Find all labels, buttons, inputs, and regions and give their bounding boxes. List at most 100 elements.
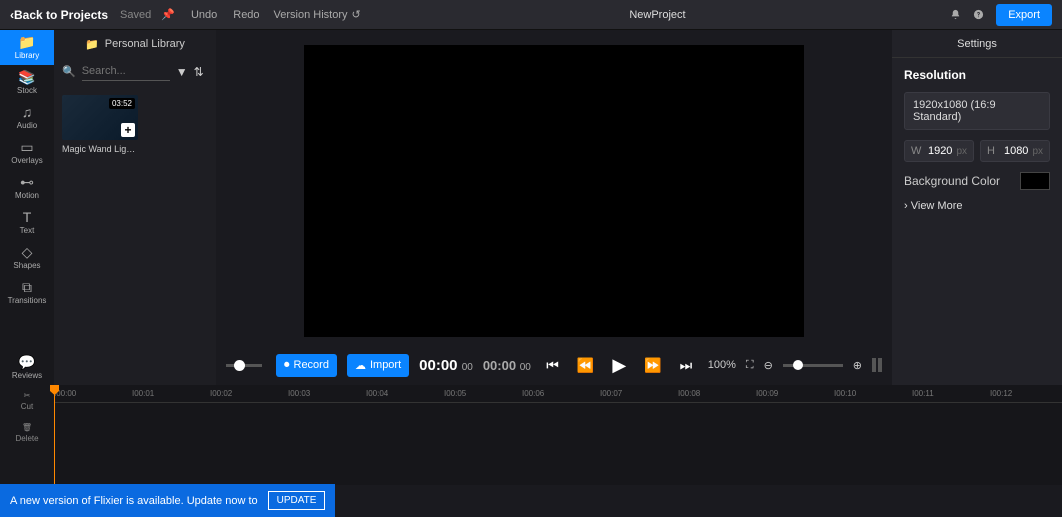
- library-zoom-slider[interactable]: [226, 364, 266, 367]
- folder-icon: 📁: [85, 38, 99, 51]
- folder-icon: 📁: [18, 35, 35, 49]
- update-text: A new version of Flixier is available. U…: [10, 495, 258, 507]
- resolution-label: Resolution: [904, 68, 1050, 82]
- nav-label: Reviews: [12, 371, 42, 380]
- import-label: Import: [370, 359, 401, 371]
- clip-thumbnail: 03:52 +: [62, 95, 138, 140]
- fullscreen-icon[interactable]: ⛶: [746, 359, 754, 372]
- clip-title: Magic Wand Light...: [62, 144, 138, 154]
- shapes-icon: ◇: [22, 245, 33, 259]
- bg-color-swatch[interactable]: [1020, 172, 1050, 190]
- sort-icon[interactable]: ⇅: [194, 65, 204, 79]
- nav-item-audio[interactable]: ♫Audio: [0, 100, 54, 135]
- timeline-tick: I00:02: [210, 389, 232, 398]
- w-unit: px: [956, 146, 967, 157]
- chat-icon: 💬: [18, 355, 35, 369]
- timeline-tracks[interactable]: I00:00 I00:01 I00:02 I00:03 I00:04 I00:0…: [54, 385, 1062, 485]
- nav-label: Stock: [17, 86, 37, 95]
- library-header-label: Personal Library: [105, 38, 185, 50]
- clip-duration: 03:52: [109, 98, 135, 109]
- width-input[interactable]: W 1920 px: [904, 140, 974, 162]
- rewind-button[interactable]: ⏪: [577, 357, 594, 374]
- nav-item-motion[interactable]: ⊷ Motion: [0, 170, 54, 205]
- prev-clip-button[interactable]: ⏮: [546, 357, 559, 374]
- w-label: W: [911, 145, 921, 157]
- player-bar: ⏺Record ☁Import 00:00 00 00:00 00 ⏮ ⏪ ▶ …: [216, 345, 892, 385]
- chevron-right-icon: ›: [904, 200, 911, 212]
- nav-rail: 📁 Library 📚Stock ♫Audio ▭ Overlays ⊷ Motion…: [0, 30, 54, 385]
- forward-button[interactable]: ⏩: [644, 357, 661, 374]
- resolution-select[interactable]: 1920x1080 (16:9 Standard): [904, 92, 1050, 130]
- update-button[interactable]: UPDATE: [268, 491, 326, 510]
- nav-label: Motion: [15, 191, 39, 200]
- next-clip-button[interactable]: ⏭: [680, 357, 693, 374]
- undo-button[interactable]: Undo: [185, 9, 223, 21]
- transitions-icon: ⧉: [22, 280, 32, 294]
- zoom-percentage[interactable]: 100%: [708, 359, 736, 371]
- nav-label: Overlays: [11, 156, 43, 165]
- library-header[interactable]: 📁 Personal Library: [54, 30, 216, 58]
- timeline-tick: I00:08: [678, 389, 700, 398]
- timeline-tick: I00:04: [366, 389, 388, 398]
- current-time: 00:00 00: [419, 357, 473, 374]
- nav-label: Text: [20, 226, 35, 235]
- update-banner: A new version of Flixier is available. U…: [0, 484, 335, 517]
- nav-item-shapes[interactable]: ◇Shapes: [0, 240, 54, 275]
- nav-label: Audio: [17, 121, 37, 130]
- back-to-projects-button[interactable]: ‹ Back to Projects: [10, 8, 108, 22]
- version-history-button[interactable]: Version History ↺: [270, 8, 365, 21]
- nav-item-overlays[interactable]: ▭ Overlays: [0, 135, 54, 170]
- motion-icon: ⊷: [20, 175, 34, 189]
- nav-item-text[interactable]: TText: [0, 205, 54, 240]
- search-icon: 🔍: [62, 65, 76, 78]
- library-panel: 📁 Personal Library 🔍 ▼ ⇅ 03:52 + Magic W…: [54, 30, 216, 385]
- media-clip[interactable]: 03:52 + Magic Wand Light...: [62, 95, 138, 154]
- layers-icon: ▭: [20, 140, 33, 154]
- settings-header: Settings: [892, 30, 1062, 58]
- timeline-tick: I00:12: [990, 389, 1012, 398]
- timeline-zoom-slider[interactable]: [783, 364, 843, 367]
- search-input[interactable]: [82, 62, 170, 81]
- redo-button[interactable]: Redo: [227, 9, 265, 21]
- timeline: ✂Cut 🗑Delete I00:00 I00:01 I00:02 I00:03…: [0, 385, 1062, 485]
- w-value: 1920: [925, 145, 952, 157]
- total-time: 00:00 00: [483, 358, 531, 373]
- cut-tool[interactable]: ✂Cut: [0, 385, 54, 417]
- height-input[interactable]: H1080px: [980, 140, 1050, 162]
- nav-item-library[interactable]: 📁 Library: [0, 30, 54, 65]
- timeline-tick: I00:05: [444, 389, 466, 398]
- scissors-icon: ✂: [24, 391, 31, 400]
- preview-column: ⏺Record ☁Import 00:00 00 00:00 00 ⏮ ⏪ ▶ …: [216, 30, 892, 385]
- help-icon[interactable]: [973, 9, 984, 21]
- zoom-in-icon[interactable]: ⊕: [853, 359, 862, 372]
- export-button[interactable]: Export: [996, 4, 1052, 26]
- bell-icon[interactable]: [950, 9, 961, 21]
- history-icon: ↺: [352, 8, 361, 21]
- nav-item-reviews[interactable]: 💬 Reviews: [0, 350, 54, 385]
- record-button[interactable]: ⏺Record: [276, 354, 337, 377]
- zoom-out-icon[interactable]: ⊖: [764, 359, 773, 372]
- nav-item-stock[interactable]: 📚Stock: [0, 65, 54, 100]
- project-title[interactable]: NewProject: [365, 9, 950, 21]
- playhead[interactable]: [54, 385, 55, 485]
- filter-icon[interactable]: ▼: [176, 65, 188, 79]
- timeline-tick: I00:06: [522, 389, 544, 398]
- nav-item-transitions[interactable]: ⧉ Transitions: [0, 275, 54, 310]
- nav-label: Library: [15, 51, 39, 60]
- version-history-label: Version History: [274, 9, 348, 21]
- timeline-ruler[interactable]: I00:00 I00:01 I00:02 I00:03 I00:04 I00:0…: [54, 385, 1062, 403]
- timeline-tick: I00:10: [834, 389, 856, 398]
- bg-color-label: Background Color: [904, 174, 1000, 188]
- top-bar: ‹ Back to Projects Saved 📌 Undo Redo Ver…: [0, 0, 1062, 30]
- play-button[interactable]: ▶: [612, 355, 626, 376]
- add-clip-button[interactable]: +: [121, 123, 135, 137]
- import-button[interactable]: ☁ Import: [347, 354, 409, 377]
- cloud-icon: ☁: [355, 359, 366, 372]
- timeline-tools: ✂Cut 🗑Delete: [0, 385, 54, 485]
- delete-tool[interactable]: 🗑Delete: [0, 417, 54, 449]
- timeline-tick: I00:09: [756, 389, 778, 398]
- nav-label: Transitions: [8, 296, 47, 305]
- preview-canvas[interactable]: [304, 45, 804, 337]
- pin-icon[interactable]: 📌: [161, 8, 175, 21]
- view-more-toggle[interactable]: › View More: [904, 200, 1050, 212]
